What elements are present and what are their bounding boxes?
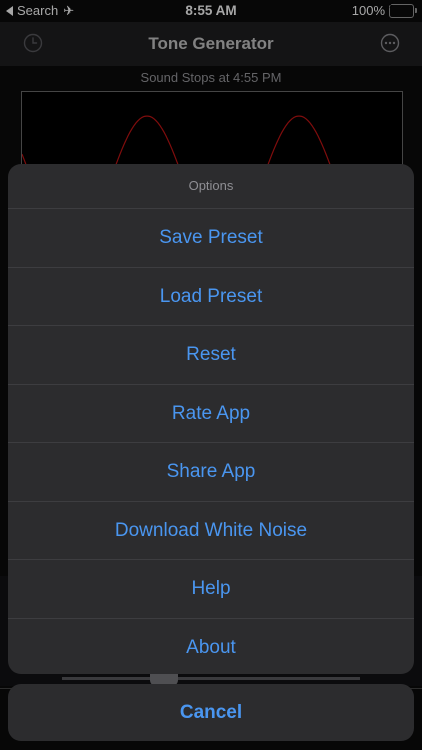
- options-action-sheet: Options Save Preset Load Preset Reset Ra…: [8, 164, 414, 674]
- load-preset-button[interactable]: Load Preset: [8, 268, 414, 326]
- save-preset-button[interactable]: Save Preset: [8, 209, 414, 268]
- about-button[interactable]: About: [8, 619, 414, 675]
- cancel-button[interactable]: Cancel: [8, 684, 414, 741]
- rate-app-button[interactable]: Rate App: [8, 385, 414, 443]
- action-sheet-title: Options: [8, 164, 414, 209]
- download-white-noise-button[interactable]: Download White Noise: [8, 502, 414, 560]
- reset-button[interactable]: Reset: [8, 326, 414, 385]
- help-button[interactable]: Help: [8, 560, 414, 619]
- share-app-button[interactable]: Share App: [8, 443, 414, 502]
